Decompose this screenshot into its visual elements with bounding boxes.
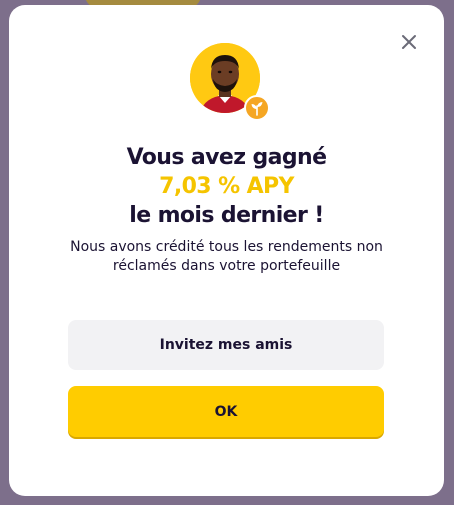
reward-description: Nous avons crédité tous les rendements n… <box>70 239 383 274</box>
reward-headline: Vous avez gagné 7,03 % APY le mois derni… <box>9 143 444 230</box>
close-button[interactable] <box>398 31 420 53</box>
close-icon <box>402 35 416 49</box>
reward-modal: Vous avez gagné 7,03 % APY le mois derni… <box>9 5 444 496</box>
apy-value: 7,03 % APY <box>159 174 294 199</box>
headline-line-1: Vous avez gagné <box>126 145 327 170</box>
sprout-icon <box>244 95 270 121</box>
invite-friends-button[interactable]: Invitez mes amis <box>68 320 384 370</box>
ok-button[interactable]: OK <box>68 386 384 437</box>
avatar-container <box>190 43 270 121</box>
headline-line-3: le mois dernier ! <box>129 203 324 228</box>
